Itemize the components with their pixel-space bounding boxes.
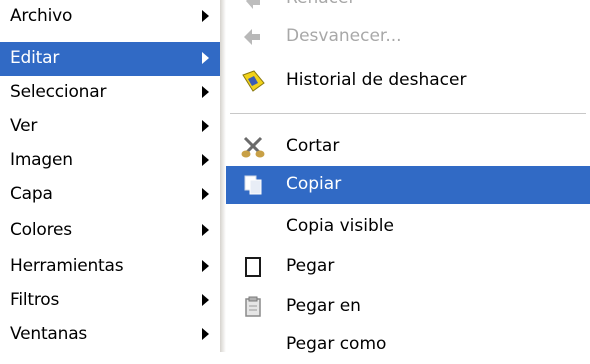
menu-item-herramientas[interactable]: Herramientas bbox=[0, 250, 220, 284]
menu-item-ventanas[interactable]: Ventanas bbox=[0, 318, 220, 352]
menu-item-capa[interactable]: Capa bbox=[0, 178, 220, 212]
submenu-arrow-icon bbox=[202, 294, 209, 306]
menu-item-label: Historial de deshacer bbox=[286, 70, 467, 90]
menu-item-pegar-como[interactable]: Pegar como bbox=[226, 326, 590, 364]
undo-history-icon bbox=[240, 69, 266, 93]
menu-item-copiar[interactable]: Copiar bbox=[226, 166, 590, 204]
menu-item-seleccionar[interactable]: Seleccionar bbox=[0, 76, 220, 110]
submenu-arrow-icon bbox=[202, 260, 209, 272]
fade-icon bbox=[240, 25, 266, 49]
paste-into-icon bbox=[240, 295, 266, 319]
menu-item-label: Herramientas bbox=[10, 256, 124, 276]
menu-item-label: Desvanecer... bbox=[286, 26, 402, 46]
menu-item-label: Pegar bbox=[286, 256, 335, 276]
menu-item-label: Filtros bbox=[10, 290, 60, 310]
menu-item-label: Capa bbox=[10, 184, 53, 204]
menu-item-label: Ventanas bbox=[10, 324, 88, 344]
menu-item-label: Colores bbox=[10, 220, 72, 240]
menu-item-colores[interactable]: Colores bbox=[0, 214, 220, 248]
menu-item-pegar-en[interactable]: Pegar en bbox=[226, 288, 590, 326]
menu-item-editar[interactable]: Editar bbox=[0, 42, 220, 76]
menu-item-label: Pegar en bbox=[286, 296, 361, 316]
submenu-arrow-icon bbox=[202, 328, 209, 340]
menu-item-historial-de-deshacer[interactable]: Historial de deshacer bbox=[226, 62, 590, 100]
menu-item-filtros[interactable]: Filtros bbox=[0, 284, 220, 318]
menu-item-label: Rehacer bbox=[286, 0, 356, 8]
menu-item-archivo[interactable]: Archivo bbox=[0, 0, 220, 34]
menu-item-imagen[interactable]: Imagen bbox=[0, 144, 220, 178]
menu-item-label: Copia visible bbox=[286, 216, 394, 236]
submenu-arrow-icon bbox=[202, 86, 209, 98]
cut-icon bbox=[240, 135, 266, 159]
menu-item-label: Archivo bbox=[10, 6, 73, 26]
menu-item-rehacer[interactable]: Rehacer bbox=[226, 0, 590, 18]
menu-separator bbox=[230, 113, 586, 114]
menu-item-label: Ver bbox=[10, 116, 38, 136]
menu-item-label: Pegar como bbox=[286, 334, 387, 354]
submenu-arrow-icon bbox=[202, 224, 209, 236]
menu-item-label: Cortar bbox=[286, 136, 340, 156]
main-menu: Archivo Editar Seleccionar Ver Imagen Ca… bbox=[0, 0, 220, 352]
menu-item-label: Seleccionar bbox=[10, 82, 107, 102]
menu-item-pegar[interactable]: Pegar bbox=[226, 248, 590, 286]
edit-submenu: Rehacer Desvanecer... Historial de desha… bbox=[226, 0, 590, 354]
submenu-arrow-icon bbox=[202, 188, 209, 200]
submenu-arrow-icon bbox=[202, 52, 209, 64]
menu-item-copia-visible[interactable]: Copia visible bbox=[226, 208, 590, 246]
menu-item-ver[interactable]: Ver bbox=[0, 110, 220, 144]
submenu-arrow-icon bbox=[202, 154, 209, 166]
menu-item-label: Imagen bbox=[10, 150, 73, 170]
copy-icon bbox=[240, 173, 266, 197]
submenu-arrow-icon bbox=[202, 120, 209, 132]
redo-icon bbox=[240, 0, 266, 11]
menu-item-label: Copiar bbox=[286, 174, 342, 194]
paste-icon bbox=[240, 255, 266, 279]
menu-item-label: Editar bbox=[10, 48, 60, 68]
menu-item-cortar[interactable]: Cortar bbox=[226, 128, 590, 166]
submenu-arrow-icon bbox=[202, 10, 209, 22]
menu-item-desvanecer[interactable]: Desvanecer... bbox=[226, 18, 590, 56]
